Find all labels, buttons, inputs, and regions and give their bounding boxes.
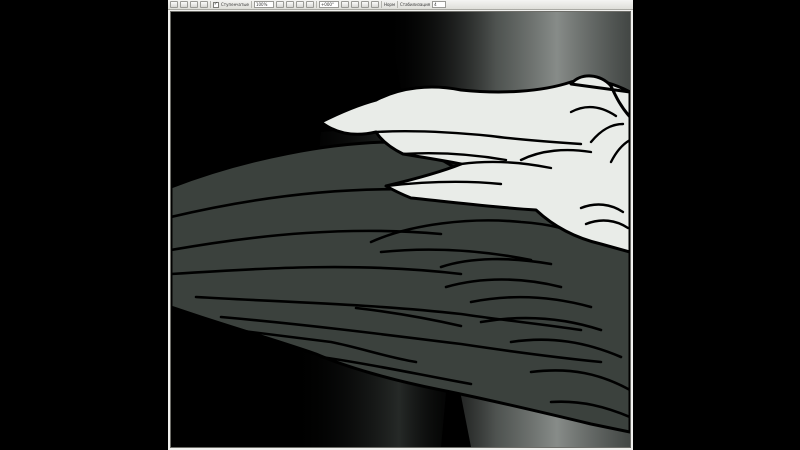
- drawing-canvas[interactable]: [170, 11, 631, 448]
- flip-button[interactable]: [370, 1, 379, 8]
- zoom-in-button[interactable]: [285, 1, 294, 8]
- toolbar-separator: [210, 1, 211, 8]
- rotate-left-button[interactable]: [340, 1, 349, 8]
- toolbar: ✓ Ступенчатые 100% +000° Норм Стабилизац…: [168, 0, 633, 10]
- zoom-reset-button[interactable]: [305, 1, 314, 8]
- letterbox-left: [0, 0, 168, 450]
- open-button[interactable]: [180, 1, 188, 8]
- toolbar-separator: [315, 1, 317, 8]
- mode-label[interactable]: Норм: [384, 1, 395, 8]
- zoom-out-button[interactable]: [275, 1, 284, 8]
- stabilizer-label: Стабилизация: [399, 2, 431, 7]
- new-button[interactable]: [170, 1, 178, 8]
- antialias-label: Ступенчатые: [221, 2, 249, 7]
- toolbar-separator: [396, 1, 398, 8]
- letterbox-right: [633, 0, 800, 450]
- stabilizer-select[interactable]: 4: [432, 1, 447, 8]
- rotate-reset-button[interactable]: [360, 1, 369, 8]
- antialias-checkbox[interactable]: ✓: [213, 1, 219, 8]
- wing-artwork: [171, 12, 630, 447]
- undo-button[interactable]: [200, 1, 208, 8]
- app-window: ✓ Ступенчатые 100% +000° Норм Стабилизац…: [168, 0, 633, 450]
- zoom-fit-button[interactable]: [295, 1, 304, 8]
- zoom-field[interactable]: 100%: [253, 1, 274, 8]
- toolbar-separator: [250, 1, 252, 8]
- rotation-field[interactable]: +000°: [318, 1, 339, 8]
- toolbar-separator: [380, 1, 382, 8]
- rotate-right-button[interactable]: [350, 1, 359, 8]
- save-button[interactable]: [190, 1, 198, 8]
